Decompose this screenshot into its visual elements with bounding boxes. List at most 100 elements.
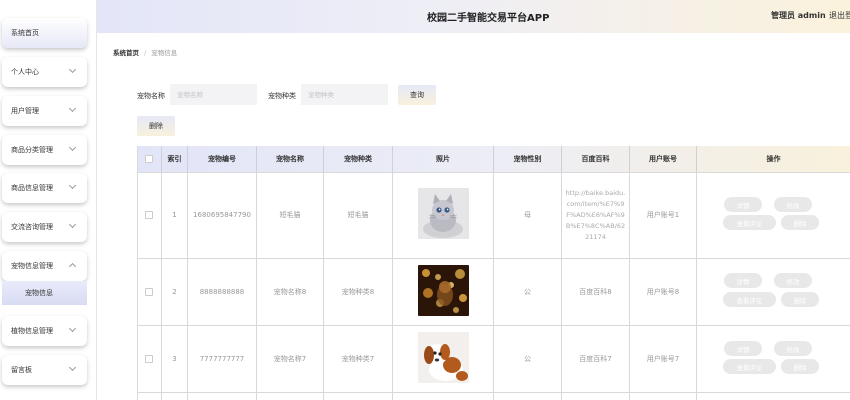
sidebar-item-label: 交流咨询管理 xyxy=(11,223,53,231)
header-select-all[interactable] xyxy=(137,146,162,172)
sidebar-subitem-label: 宠物信息 xyxy=(25,289,53,297)
cell-gender: 公 xyxy=(494,325,562,392)
row-checkbox-cell[interactable] xyxy=(137,172,162,258)
row-delete-button[interactable]: 删除 xyxy=(781,359,819,374)
cell-name: 短毛猫 xyxy=(257,172,324,258)
sidebar-item-pets[interactable]: 宠物信息管理 xyxy=(2,251,87,281)
cell-baike: http://baike.baidu.com/item/%E7%9F%AD%E6… xyxy=(562,172,630,258)
pet-photo-bokeh[interactable] xyxy=(418,265,469,316)
breadcrumb-current: 宠物信息 xyxy=(151,49,178,57)
sidebar-item-home[interactable]: 系统首页 xyxy=(2,18,87,48)
cell-index xyxy=(162,392,188,400)
row-delete-button[interactable]: 删除 xyxy=(781,292,819,307)
cell-type: 短毛猫 xyxy=(324,172,393,258)
edit-button[interactable]: 修改 xyxy=(774,273,812,288)
view-comments-button[interactable]: 查看评论 xyxy=(723,359,776,374)
cell-index: 2 xyxy=(162,258,188,325)
row-checkbox[interactable] xyxy=(145,287,153,296)
cell-photo xyxy=(393,392,494,400)
cell-user: 用户账号1 xyxy=(630,172,697,258)
detail-button[interactable]: 详情 xyxy=(724,273,762,288)
pet-type-input[interactable] xyxy=(301,84,388,105)
chevron-down-icon xyxy=(69,106,77,114)
cell-baike: 百度百科7 xyxy=(562,325,630,392)
cell-user xyxy=(630,392,697,400)
cell-code: 1680695847790 xyxy=(188,172,257,258)
sidebar-item-label: 系统首页 xyxy=(11,29,39,37)
pet-type-label: 宠物种类 xyxy=(268,92,296,100)
sidebar-item-messages[interactable]: 留言板 xyxy=(2,355,87,385)
view-comments-button[interactable]: 查看评论 xyxy=(723,292,776,307)
chevron-down-icon xyxy=(69,145,77,153)
header-type: 宠物种类 xyxy=(324,146,393,172)
edit-button[interactable]: 修改 xyxy=(774,341,812,356)
row-delete-button[interactable]: 删除 xyxy=(781,215,819,230)
header-photo: 照片 xyxy=(393,146,494,172)
pet-photo-puppy[interactable] xyxy=(418,332,469,383)
breadcrumb-separator: / xyxy=(144,49,147,57)
header-baike: 百度百科 xyxy=(562,146,630,172)
logout-link[interactable]: 退出登 xyxy=(829,10,850,21)
pet-name-input[interactable] xyxy=(170,84,257,105)
sidebar-item-label: 留言板 xyxy=(11,366,32,374)
row-checkbox[interactable] xyxy=(145,354,153,363)
top-bar: 校园二手智能交易平台APP 管理员 admin 退出登 xyxy=(97,0,850,33)
cell-index: 1 xyxy=(162,172,188,258)
row-checkbox-cell xyxy=(137,392,162,400)
cell-name: 宠物名称7 xyxy=(257,325,324,392)
cell-user: 用户账号7 xyxy=(630,325,697,392)
sidebar-item-label: 用户管理 xyxy=(11,107,39,115)
sidebar: 系统首页 个人中心 用户管理 商品分类管理 商品信息管理 交流咨询管理 宠物信息… xyxy=(0,0,97,400)
header-index: 索引 xyxy=(162,146,188,172)
cell-type: 宠物种类8 xyxy=(324,258,393,325)
pet-photo-kitten[interactable] xyxy=(418,188,469,239)
header-actions: 操作 xyxy=(766,155,781,163)
pet-name-label: 宠物名称 xyxy=(137,92,165,100)
cell-name: 宠物名称8 xyxy=(257,258,324,325)
sidebar-item-profile[interactable]: 个人中心 xyxy=(2,57,87,87)
sidebar-item-goods[interactable]: 商品信息管理 xyxy=(2,173,87,203)
query-button[interactable]: 查询 xyxy=(398,85,436,105)
row-checkbox-cell[interactable] xyxy=(137,325,162,392)
app-title: 校园二手智能交易平台APP xyxy=(427,13,550,24)
cell-gender xyxy=(494,392,562,400)
breadcrumb: 系统首页 / 宠物信息 xyxy=(113,47,177,57)
row-checkbox[interactable] xyxy=(145,211,153,219)
cell-type xyxy=(324,392,393,400)
cell-name xyxy=(257,392,324,400)
sidebar-item-consult[interactable]: 交流咨询管理 xyxy=(2,212,87,242)
chevron-up-icon xyxy=(69,261,77,269)
chevron-down-icon xyxy=(69,326,77,334)
sidebar-item-plants[interactable]: 植物信息管理 xyxy=(2,316,87,346)
sidebar-item-category[interactable]: 商品分类管理 xyxy=(2,135,87,165)
sidebar-item-label: 商品信息管理 xyxy=(11,184,53,192)
pet-table: 索引 宠物编号 宠物名称 宠物种类 照片 宠物性别 百度百科 用户账号 操作 1… xyxy=(137,146,850,400)
chevron-down-icon xyxy=(69,365,77,373)
cell-index: 3 xyxy=(162,325,188,392)
cell-code: 8888888888 xyxy=(188,258,257,325)
header-gender: 宠物性别 xyxy=(494,146,562,172)
row-checkbox-cell[interactable] xyxy=(137,258,162,325)
cell-type: 宠物种类7 xyxy=(324,325,393,392)
breadcrumb-home[interactable]: 系统首页 xyxy=(113,49,139,57)
detail-button[interactable]: 详情 xyxy=(724,197,762,212)
sidebar-item-users[interactable]: 用户管理 xyxy=(2,96,87,126)
sidebar-item-label: 宠物信息管理 xyxy=(11,262,53,270)
sidebar-item-label: 商品分类管理 xyxy=(11,146,53,154)
view-comments-button[interactable]: 查看评论 xyxy=(723,215,776,230)
header-user: 用户账号 xyxy=(630,146,697,172)
table-border-left xyxy=(137,146,138,400)
cell-code xyxy=(188,392,257,400)
sidebar-subitem-pet-info[interactable]: 宠物信息 xyxy=(2,281,87,305)
select-all-checkbox[interactable] xyxy=(145,155,153,163)
cell-user: 用户账号8 xyxy=(630,258,697,325)
delete-button[interactable]: 删除 xyxy=(137,116,175,136)
header-name: 宠物名称 xyxy=(257,146,324,172)
edit-button[interactable]: 修改 xyxy=(774,197,812,212)
detail-button[interactable]: 详情 xyxy=(724,341,762,356)
cell-baike xyxy=(562,392,630,400)
baike-link[interactable]: http://baike.baidu.com/item/%E7%9F%AD%E6… xyxy=(562,188,629,243)
cell-code: 7777777777 xyxy=(188,325,257,392)
header-code: 宠物编号 xyxy=(188,146,257,172)
cell-gender: 公 xyxy=(494,258,562,325)
